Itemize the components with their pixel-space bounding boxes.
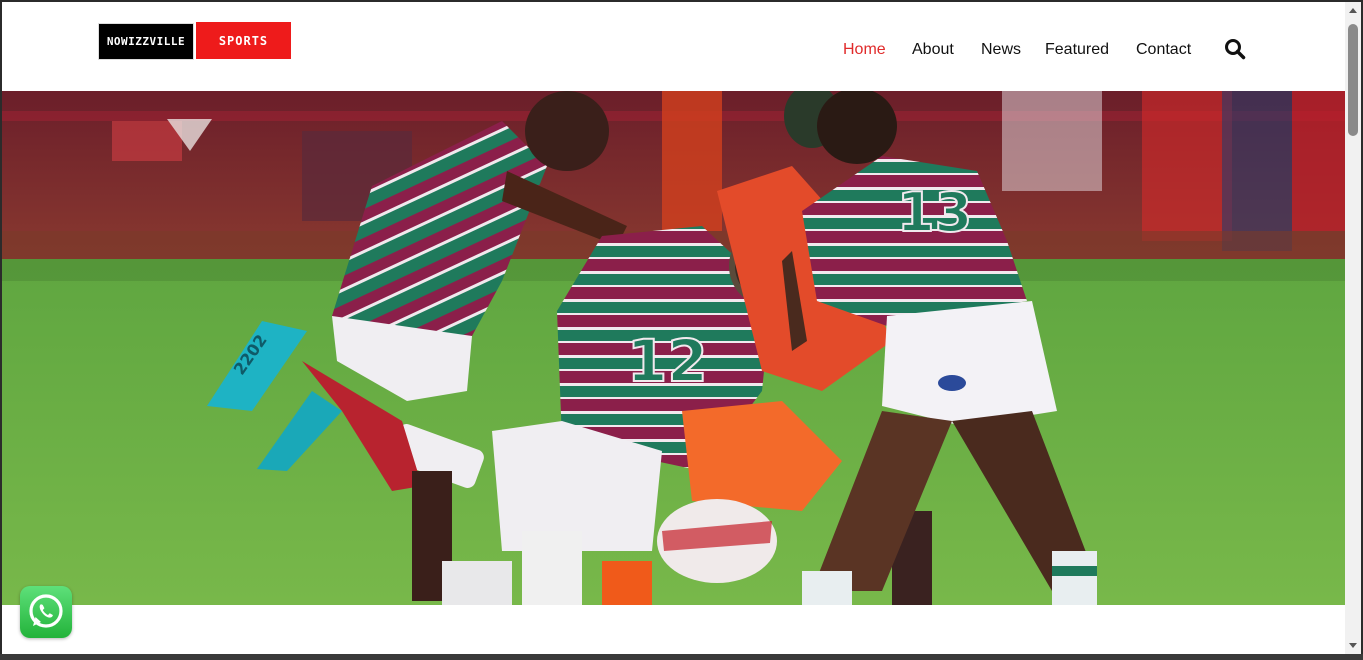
- nav-news[interactable]: News: [981, 41, 1021, 59]
- logo-right-text: SPORTS: [196, 22, 291, 59]
- search-icon[interactable]: [1224, 38, 1246, 60]
- logo-left-text: NOWIZZVILLE: [98, 23, 194, 60]
- nav-home[interactable]: Home: [843, 41, 886, 59]
- nav-about[interactable]: About: [912, 41, 954, 59]
- nav-featured[interactable]: Featured: [1045, 41, 1109, 59]
- jersey-number-12: 12: [627, 327, 708, 395]
- scroll-down-arrow-icon[interactable]: [1349, 643, 1357, 648]
- browser-viewport: NOWIZZVILLE SPORTS Home About News Featu…: [2, 2, 1345, 654]
- jersey-number-13: 13: [897, 181, 972, 244]
- hero-image: 12 13 2202: [2, 91, 1345, 605]
- whatsapp-icon[interactable]: [20, 586, 72, 638]
- content-area: [2, 605, 1345, 654]
- scroll-up-arrow-icon[interactable]: [1349, 8, 1357, 13]
- site-logo[interactable]: NOWIZZVILLE SPORTS: [98, 22, 291, 61]
- scroll-thumb[interactable]: [1348, 24, 1358, 136]
- vertical-scrollbar[interactable]: [1345, 2, 1361, 654]
- nav-contact[interactable]: Contact: [1136, 41, 1191, 59]
- bottom-edge: [0, 654, 1363, 660]
- site-header: NOWIZZVILLE SPORTS Home About News Featu…: [2, 2, 1345, 91]
